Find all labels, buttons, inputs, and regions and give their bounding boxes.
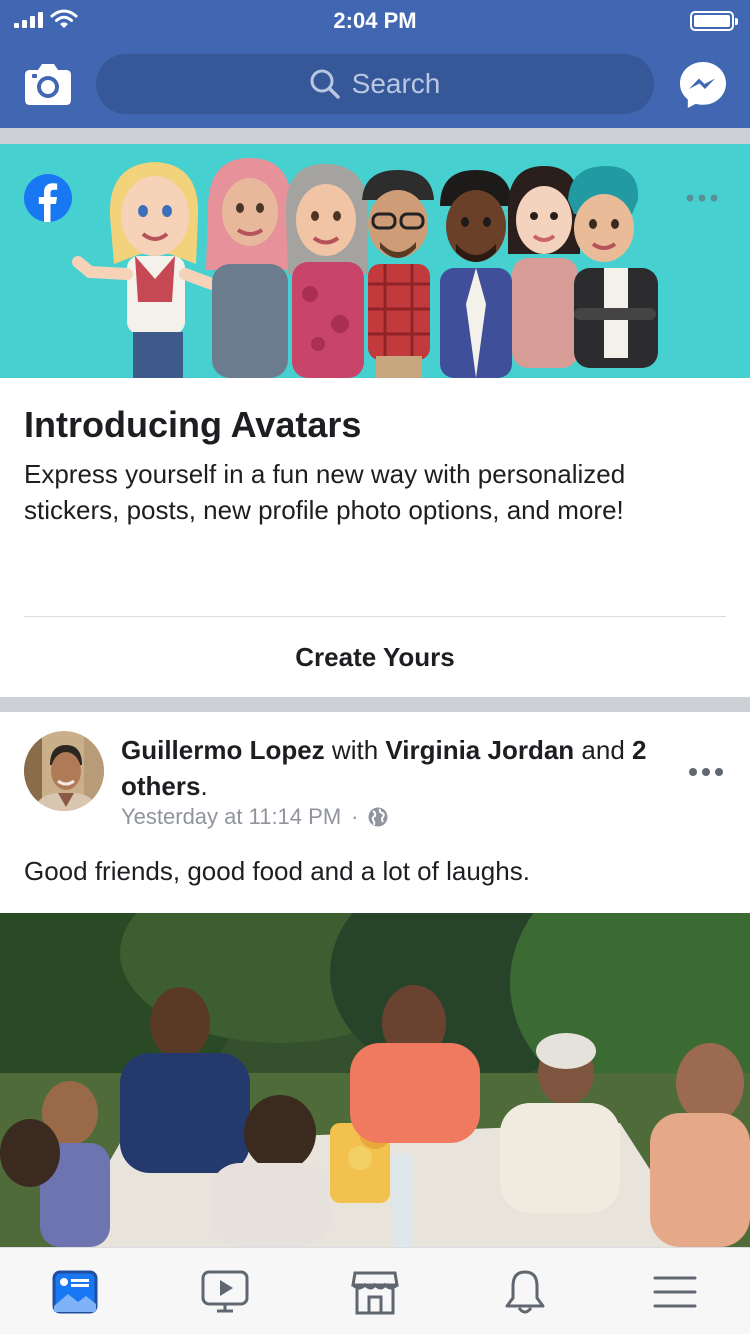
globe-icon: [368, 807, 388, 827]
marketplace-icon: [351, 1271, 399, 1315]
camera-button[interactable]: [24, 62, 72, 106]
tagged-person-link[interactable]: Virginia Jordan: [385, 735, 574, 765]
search-bar[interactable]: Search: [96, 54, 654, 114]
section-separator: [0, 697, 750, 712]
messenger-button[interactable]: [678, 60, 728, 110]
and-text: and: [574, 735, 632, 765]
avatars-banner: [0, 144, 750, 378]
post-header: Guillermo Lopez with Virginia Jordan and…: [121, 732, 681, 804]
avatar-characters-illustration: [72, 158, 658, 378]
bell-icon: [505, 1270, 545, 1314]
tab-menu[interactable]: [645, 1266, 705, 1318]
news-feed-icon: [52, 1270, 98, 1314]
post-text: Good friends, good food and a lot of lau…: [24, 856, 530, 886]
dinner-party-photo: [0, 913, 750, 1247]
avatar-image: [24, 731, 104, 811]
section-separator: [0, 128, 750, 144]
post-photo[interactable]: [0, 913, 750, 1247]
top-navigation-bar: 2:04 PM Search: [0, 0, 750, 128]
bottom-tab-bar: [0, 1247, 750, 1334]
tab-marketplace[interactable]: [345, 1266, 405, 1318]
post-more-options-icon[interactable]: [688, 762, 724, 782]
messenger-icon: [680, 62, 726, 108]
card-title: Introducing Avatars: [24, 404, 362, 445]
camera-icon: [25, 64, 71, 105]
period-text: .: [200, 771, 208, 801]
clock: 2:04 PM: [333, 8, 417, 33]
search-placeholder: Search: [351, 68, 441, 99]
card-description: Express yourself in a fun new way with p…: [24, 459, 626, 525]
author-name-link[interactable]: Guillermo Lopez: [121, 735, 325, 765]
with-text: with: [324, 735, 386, 765]
post-meta: Yesterday at 11:14 PM ·: [121, 804, 388, 830]
battery-icon: [690, 11, 738, 31]
more-options-icon[interactable]: [684, 188, 724, 208]
create-yours-button[interactable]: Create Yours: [0, 617, 750, 697]
tab-notifications[interactable]: [495, 1266, 555, 1318]
tab-watch[interactable]: [195, 1266, 255, 1318]
meta-separator: ·: [351, 804, 359, 829]
post-timestamp[interactable]: Yesterday at 11:14 PM: [121, 804, 341, 830]
search-icon: [310, 69, 340, 99]
facebook-logo-icon: [24, 174, 72, 222]
watch-icon: [201, 1270, 249, 1313]
tab-news-feed[interactable]: [45, 1266, 105, 1318]
post-author-avatar[interactable]: [24, 731, 104, 811]
status-bar: 2:04 PM: [0, 0, 750, 42]
hamburger-menu-icon: [653, 1276, 697, 1308]
